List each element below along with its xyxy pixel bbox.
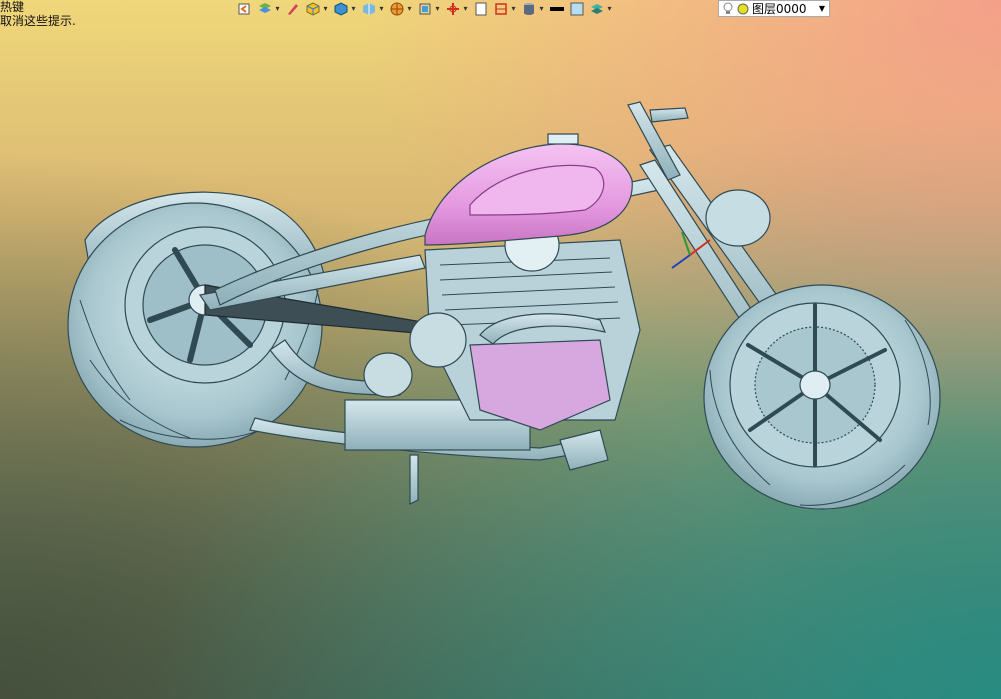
view-toolbar: ▾ ▾ ▾ ▾ ▾ ▾ ▾ ▾ ▾ ▾ — [236, 0, 614, 17]
layer-color-icon[interactable] — [737, 3, 749, 15]
headlight — [705, 189, 771, 247]
model-viewport[interactable] — [0, 0, 1001, 699]
front-pulley — [409, 312, 467, 368]
chevron-down-icon[interactable]: ▾ — [274, 4, 281, 13]
chevron-down-icon[interactable]: ▾ — [378, 4, 385, 13]
line-color-icon — [550, 6, 564, 11]
cylinder-icon — [524, 2, 534, 15]
footpeg — [559, 429, 609, 471]
chevron-down-icon[interactable]: ▾ — [510, 4, 517, 13]
section-button[interactable]: ▾ — [416, 0, 442, 17]
dimension-button[interactable]: ▾ — [492, 0, 518, 17]
cylinder-button[interactable]: ▾ — [520, 0, 546, 17]
pie-button[interactable]: ▾ — [388, 0, 414, 17]
box-view-icon — [334, 1, 348, 16]
section-icon — [419, 3, 431, 14]
layer-stack-button[interactable]: ▾ — [588, 0, 614, 17]
page-icon — [475, 2, 487, 15]
undo-icon — [238, 3, 250, 14]
box-view-button[interactable]: ▾ — [332, 0, 358, 17]
line-color-button[interactable] — [548, 0, 566, 17]
orient-button[interactable]: ▾ — [444, 0, 470, 17]
undo-button[interactable] — [236, 0, 254, 17]
chevron-down-icon[interactable]: ▾ — [462, 4, 469, 13]
fill-color-button[interactable] — [568, 0, 586, 17]
solid-button[interactable]: ▾ — [304, 0, 330, 17]
lightbulb-icon[interactable] — [723, 2, 733, 15]
chevron-down-icon[interactable]: ▾ — [538, 4, 545, 13]
chevron-down-icon[interactable]: ▾ — [406, 4, 413, 13]
layer-select[interactable]: 图层0000 ▼ — [718, 0, 830, 17]
chevron-down-icon[interactable]: ▾ — [434, 4, 441, 13]
layer-stack-icon — [591, 3, 603, 14]
hint-dismiss-text[interactable]: 取消这些提示. — [0, 14, 76, 28]
frame-icon — [390, 2, 404, 15]
tank-cap — [547, 133, 579, 145]
layers-button[interactable]: ▾ — [256, 0, 282, 17]
hint-title: 热键 — [0, 0, 25, 14]
page-button[interactable] — [472, 0, 490, 17]
render-button[interactable]: ▾ — [360, 0, 386, 17]
render-icon — [363, 2, 375, 15]
layers-icon — [259, 2, 271, 13]
pencil-icon — [288, 3, 298, 15]
sprocket — [363, 352, 413, 398]
chevron-down-icon[interactable]: ▾ — [350, 4, 357, 13]
chevron-down-icon[interactable]: ▾ — [322, 4, 329, 13]
orient-icon — [447, 2, 459, 15]
layer-name: 图层0000 — [752, 2, 807, 16]
fill-color-icon — [570, 2, 584, 15]
kickstand — [409, 454, 419, 505]
chevron-down-icon[interactable]: ▼ — [815, 4, 829, 13]
hotkey-hint: 热键 取消这些提示. — [0, 0, 76, 28]
solid-box-icon — [306, 1, 320, 16]
dimension-icon — [495, 2, 507, 15]
sketch-button[interactable] — [284, 0, 302, 17]
motorcycle-model[interactable] — [67, 101, 941, 510]
chevron-down-icon[interactable]: ▾ — [606, 4, 613, 13]
